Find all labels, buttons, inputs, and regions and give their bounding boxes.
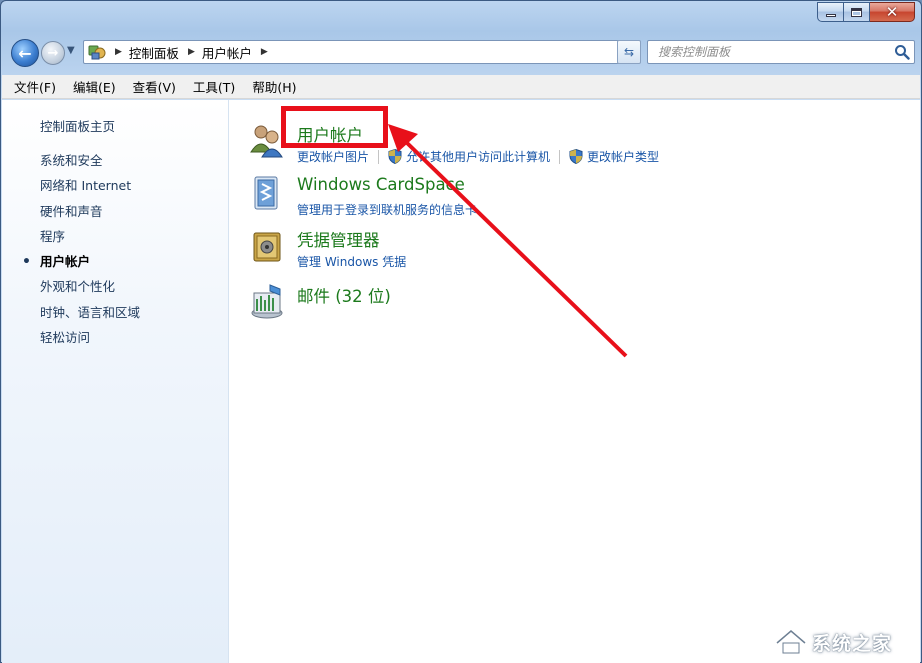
sidebar: 控制面板主页 系统和安全 网络和 Internet 硬件和声音 程序 • 用户帐户… — [2, 100, 229, 663]
caption-buttons: ✕ — [817, 2, 915, 22]
credential-manager-links: 管理 Windows 凭据 — [297, 253, 406, 270]
refresh-icon: ⇆ — [623, 45, 635, 59]
forward-arrow-icon: → — [47, 45, 59, 61]
sidebar-item-label: 系统和安全 — [40, 153, 103, 168]
breadcrumb-separator-icon[interactable]: ▶ — [261, 47, 268, 57]
close-icon: ✕ — [885, 2, 899, 21]
cardspace-title[interactable]: Windows CardSpace — [297, 175, 465, 194]
sidebar-home-link[interactable]: 控制面板主页 — [40, 116, 115, 135]
control-panel-window: ✕ ← → ▼ ▶ 控制面板 ▶ 用户帐户 ▶ ▼ ⇆ — [0, 0, 922, 663]
menu-file[interactable]: 文件(F) — [14, 77, 56, 96]
sidebar-item-system-security[interactable]: 系统和安全 — [2, 152, 229, 177]
sidebar-item-label: 外观和个性化 — [40, 279, 116, 295]
sidebar-item-label: 网络和 Internet — [40, 178, 132, 194]
breadcrumb-control-panel[interactable]: 控制面板 — [129, 43, 179, 62]
minimize-button[interactable] — [817, 2, 844, 22]
refresh-button[interactable]: ⇆ — [617, 40, 641, 64]
watermark-text: 系统之家 — [812, 633, 893, 655]
search-input[interactable] — [648, 41, 888, 63]
cardspace-links: 管理用于登录到联机服务的信息卡 — [297, 201, 477, 218]
sidebar-item-user-accounts[interactable]: • 用户帐户 — [2, 253, 229, 278]
allow-other-users-link[interactable]: 允许其他用户访问此计算机 — [406, 148, 550, 165]
menu-help[interactable]: 帮助(H) — [252, 77, 296, 96]
change-picture-link[interactable]: 更改帐户图片 — [297, 148, 369, 165]
search-icon[interactable] — [894, 44, 910, 60]
sidebar-item-label: 用户帐户 — [40, 254, 91, 270]
forward-button[interactable]: → — [41, 41, 65, 65]
back-button[interactable]: ← — [11, 39, 39, 67]
address-bar[interactable]: ▶ 控制面板 ▶ 用户帐户 ▶ ▼ — [83, 40, 639, 64]
sidebar-item-label: 程序 — [40, 228, 66, 244]
sidebar-item-hardware-sound[interactable]: 硬件和声音 — [2, 203, 229, 228]
breadcrumb-user-accounts[interactable]: 用户帐户 — [202, 43, 252, 62]
watermark-logo: 系统之家 — [774, 627, 914, 655]
menu-edit[interactable]: 编辑(E) — [73, 77, 116, 96]
credential-manager-title[interactable]: 凭据管理器 — [297, 227, 380, 251]
navigation-bar: ← → ▼ ▶ 控制面板 ▶ 用户帐户 ▶ ▼ ⇆ — [9, 37, 915, 67]
sidebar-list: 系统和安全 网络和 Internet 硬件和声音 程序 • 用户帐户 外观和个性化… — [2, 152, 229, 354]
minimize-icon — [825, 13, 836, 17]
mail-title[interactable]: 邮件 (32 位) — [297, 283, 391, 307]
breadcrumb-separator-icon[interactable]: ▶ — [115, 47, 122, 57]
uac-shield-icon — [569, 149, 583, 164]
change-account-type-link[interactable]: 更改帐户类型 — [587, 148, 659, 165]
search-box — [647, 40, 915, 64]
menu-tools[interactable]: 工具(T) — [193, 77, 235, 96]
link-divider — [378, 149, 380, 164]
manage-info-cards-link[interactable]: 管理用于登录到联机服务的信息卡 — [297, 201, 477, 218]
sidebar-item-clock-language-region[interactable]: 时钟、语言和区域 — [2, 304, 229, 329]
credential-manager-icon — [253, 232, 281, 262]
content-area: 控制面板主页 系统和安全 网络和 Internet 硬件和声音 程序 • 用户帐户… — [2, 100, 920, 663]
main-panel: 用户帐户 更改帐户图片 允许其他用户访问此计算机 更改帐户类型 Windows … — [230, 100, 920, 663]
sidebar-item-label: 轻松访问 — [40, 330, 91, 346]
close-button[interactable]: ✕ — [870, 2, 915, 22]
sidebar-item-programs[interactable]: 程序 — [2, 228, 229, 253]
sidebar-item-label: 硬件和声音 — [40, 203, 103, 219]
maximize-button[interactable] — [844, 2, 870, 22]
user-accounts-links: 更改帐户图片 允许其他用户访问此计算机 更改帐户类型 — [297, 148, 659, 165]
control-panel-icon — [88, 45, 106, 60]
breadcrumb-separator-icon[interactable]: ▶ — [188, 47, 195, 57]
menu-bar: 文件(F) 编辑(E) 查看(V) 工具(T) 帮助(H) — [2, 75, 920, 99]
current-item-bullet-icon: • — [22, 254, 31, 271]
recent-pages-dropdown[interactable]: ▼ — [67, 45, 75, 56]
mail-icon — [251, 284, 283, 319]
annotation-highlight-box — [281, 106, 388, 148]
uac-shield-icon — [388, 149, 402, 164]
maximize-icon — [851, 7, 862, 17]
sidebar-item-appearance[interactable]: 外观和个性化 — [2, 278, 229, 303]
sidebar-item-label: 时钟、语言和区域 — [40, 304, 141, 320]
cardspace-icon — [254, 176, 278, 210]
watermark-house-icon — [775, 628, 807, 654]
manage-windows-credentials-link[interactable]: 管理 Windows 凭据 — [297, 253, 406, 270]
link-divider — [559, 149, 561, 164]
menu-view[interactable]: 查看(V) — [133, 77, 176, 96]
back-arrow-icon: ← — [18, 43, 32, 63]
sidebar-item-ease-of-access[interactable]: 轻松访问 — [2, 329, 229, 354]
sidebar-item-network[interactable]: 网络和 Internet — [2, 177, 229, 202]
